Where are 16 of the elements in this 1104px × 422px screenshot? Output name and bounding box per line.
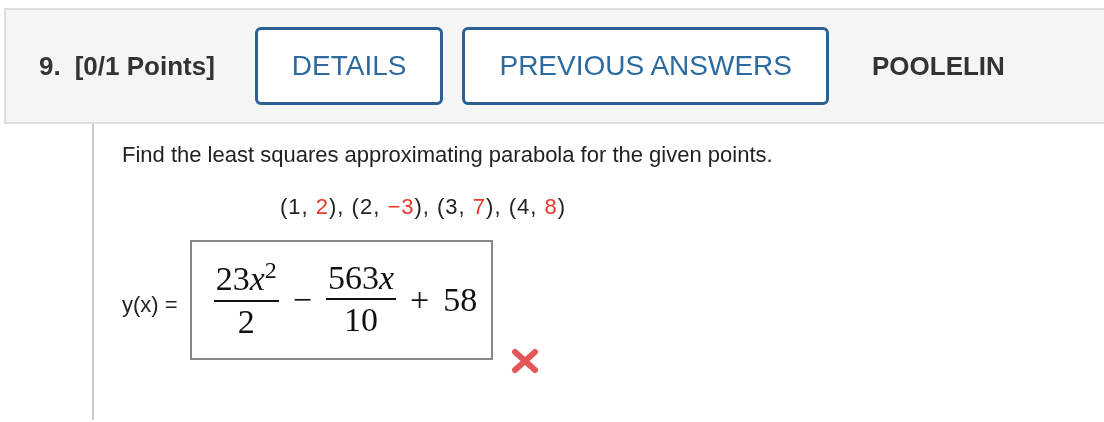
answer-label: y(x) =: [122, 292, 178, 318]
points-list: (1, 2), (2, −3), (3, 7), (4, 8): [280, 194, 566, 220]
previous-answers-button[interactable]: PREVIOUS ANSWERS: [462, 27, 829, 105]
question-text: Find the least squares approximating parabola for the given points.: [122, 142, 774, 168]
source-label: POOLELIN: [871, 50, 1005, 82]
points-label: [0/1 Points]: [74, 50, 215, 82]
details-button[interactable]: DETAILS: [254, 27, 444, 105]
math-operator: +: [410, 281, 430, 319]
numerator: 23x$^{2}$: [213, 257, 279, 302]
denominator: 2: [237, 301, 255, 342]
denominator: 10: [343, 300, 378, 341]
question-number: 9.: [39, 50, 61, 82]
math-constant: 58: [443, 281, 478, 319]
math-operator: −: [292, 281, 312, 319]
numerator: 563x: [325, 258, 396, 301]
answer-box[interactable]: 23x$^{2}$ 2 − 563x 10 + 58: [189, 240, 494, 360]
